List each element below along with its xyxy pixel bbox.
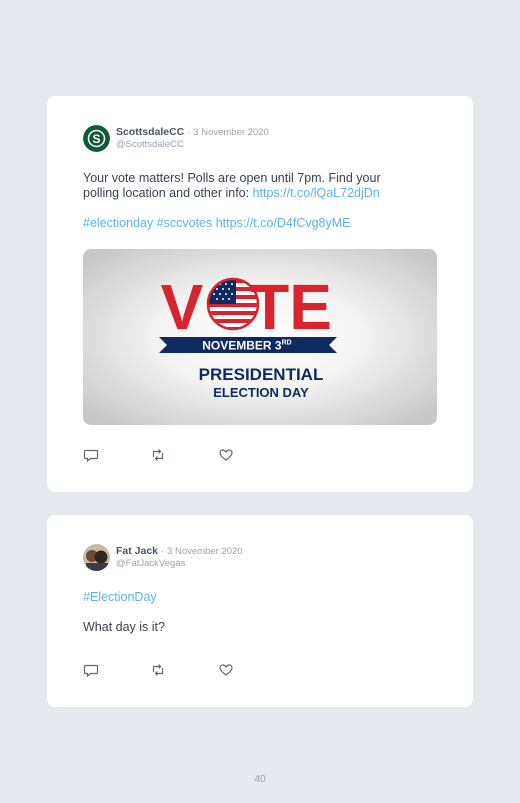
- image-line-election-day: ELECTION DAY: [213, 385, 309, 400]
- hashtag-link[interactable]: #electionday #sccvotes: [83, 216, 212, 230]
- like-icon[interactable]: [218, 662, 234, 678]
- tweet-card: Fat Jack · 3 November 2020 @FatJackVegas…: [47, 515, 473, 707]
- banner-sup: RD: [282, 340, 292, 347]
- separator: ·: [160, 546, 165, 557]
- tweet-actions: [83, 447, 253, 463]
- like-icon[interactable]: [218, 447, 234, 463]
- author-handle[interactable]: @FatJackVegas: [116, 558, 185, 569]
- tweet-text: What day is it?: [83, 620, 165, 634]
- vote-letter-v: V: [161, 271, 204, 343]
- vote-letters-te: TE: [250, 271, 332, 343]
- retweet-icon[interactable]: [150, 662, 166, 678]
- svg-text:S: S: [92, 132, 100, 146]
- hashtag-link[interactable]: #ElectionDay: [83, 590, 157, 604]
- tweet-hashtags: #ElectionDay: [83, 590, 443, 605]
- author-name[interactable]: ScottsdaleCC: [116, 126, 184, 138]
- svg-text:NOVEMBER 3RD: NOVEMBER 3RD: [202, 339, 291, 353]
- avatar[interactable]: S: [83, 125, 110, 152]
- author-name[interactable]: Fat Jack: [116, 545, 158, 557]
- tweet-hashtags: #electionday #sccvotes https://t.co/D4fC…: [83, 216, 443, 231]
- tweet-text: Your vote matters! Polls are open until …: [83, 171, 443, 201]
- tweet-image[interactable]: V TE NOVEMBER 3RD PRESIDENTIAL ELECTION …: [83, 249, 437, 425]
- tweet-text-line: Your vote matters! Polls are open until …: [83, 171, 381, 185]
- page-number: 40: [254, 774, 266, 785]
- tweet-actions: [83, 662, 253, 678]
- tweet-text-line: polling location and other info: https:/…: [83, 186, 380, 200]
- avatar[interactable]: [83, 544, 110, 571]
- tweet-date[interactable]: 3 November 2020: [167, 546, 243, 557]
- retweet-icon[interactable]: [150, 447, 166, 463]
- image-line-presidential: PRESIDENTIAL: [199, 365, 324, 384]
- reply-icon[interactable]: [83, 662, 99, 678]
- tweet-date[interactable]: 3 November 2020: [193, 127, 269, 138]
- tweet-link[interactable]: https://t.co/lQaL72djDn: [253, 186, 380, 200]
- separator: ·: [187, 127, 191, 138]
- tweet-card: S ScottsdaleCC · 3 November 2020 @Scotts…: [47, 96, 473, 492]
- banner-text: NOVEMBER 3: [202, 339, 282, 353]
- reply-icon[interactable]: [83, 447, 99, 463]
- author-handle[interactable]: @ScottsdaleCC: [116, 139, 184, 150]
- tweet-link[interactable]: https://t.co/D4fCvg8yME: [216, 216, 351, 230]
